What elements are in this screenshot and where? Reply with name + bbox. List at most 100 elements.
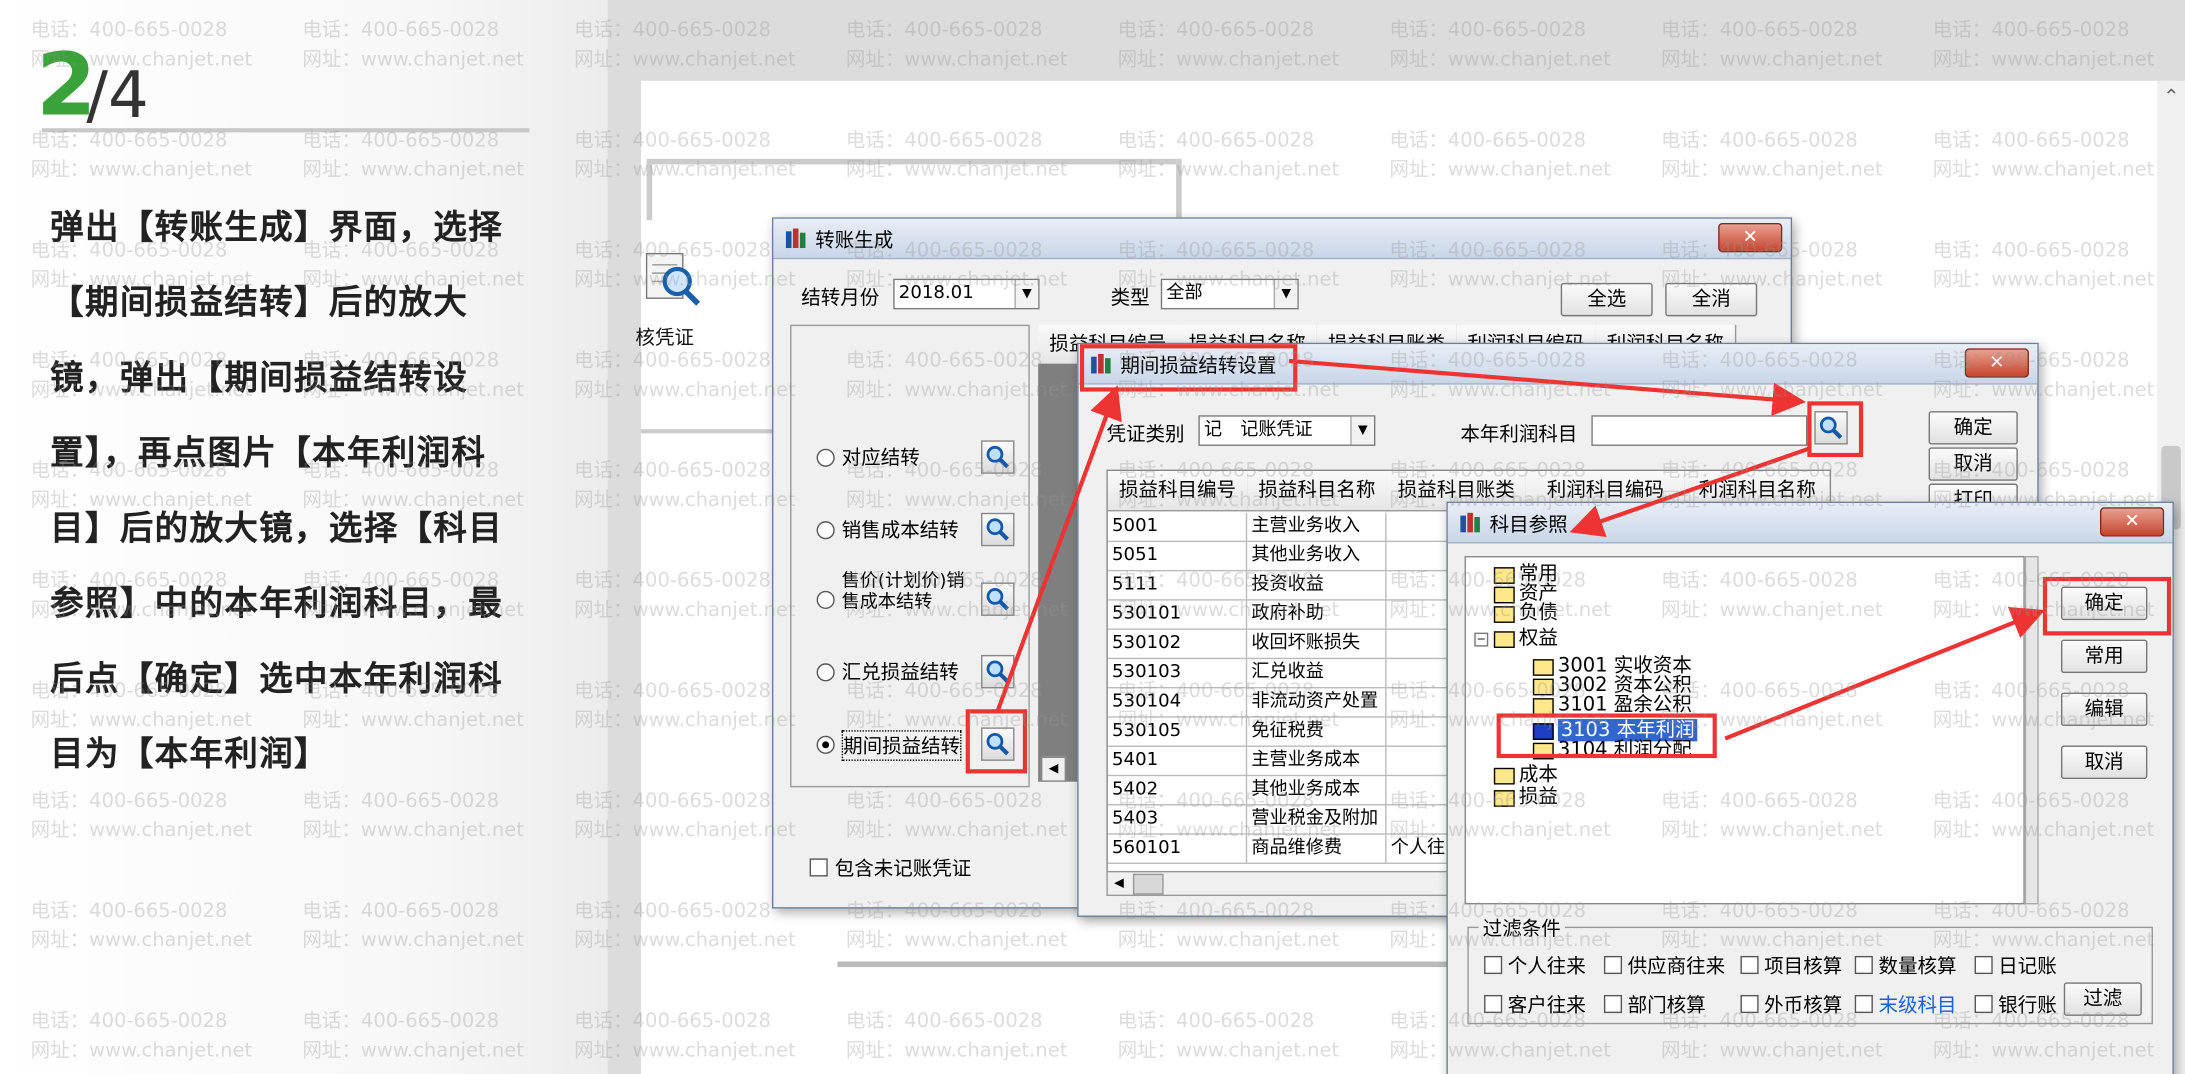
close-button[interactable]: ✕ [1718,222,1783,253]
filter-label: 项目核算 [1764,955,1843,979]
edit-button[interactable]: 编辑 [2060,692,2148,727]
cancel-button[interactable]: 取消 [1928,447,2018,481]
highlight-ok-button [2042,576,2172,636]
folder-icon [1493,631,1515,648]
table-cell: 560101 [1107,834,1248,864]
include-unposted-label: 包含未记账凭证 [834,858,972,881]
voucher-type-select[interactable]: 记 记账凭证 ▼ [1198,415,1376,446]
scrollbar-thumb[interactable] [1132,873,1164,895]
flow-line [837,961,1451,968]
flow-line [646,158,653,221]
filter-checkbox[interactable] [1484,955,1503,975]
filter-checkbox[interactable] [1484,994,1503,1014]
search-icon[interactable] [981,512,1015,547]
profit-account-input[interactable] [1591,415,1808,446]
filter-checkbox[interactable] [1603,955,1623,975]
table-cell: 免征税费 [1247,717,1387,747]
ok-button[interactable]: 确定 [1928,411,2018,445]
month-value: 2018.01 [898,282,974,304]
step-total: /4 [86,57,149,133]
collapse-icon[interactable]: − [1474,632,1489,647]
search-icon[interactable] [981,654,1015,689]
table-cell: 非流动资产处置 [1247,688,1387,718]
filter-label: 银行账 [1998,994,2057,1018]
column-header[interactable]: 损益科目名称 [1247,471,1388,512]
highlight-selected-account [1496,713,1717,759]
filter-button[interactable]: 过滤 [2063,982,2142,1016]
books-icon [1460,512,1480,533]
cancel-button[interactable]: 取消 [2060,745,2148,779]
magnifier-glyph [986,660,1009,683]
filter-checkbox[interactable] [1974,994,1993,1014]
table-cell: 营业税金及附加 [1247,805,1387,835]
deselect-all-button[interactable]: 全消 [1665,282,1758,317]
close-button[interactable]: ✕ [1964,348,2029,378]
filter-checkbox[interactable] [1740,994,1759,1014]
scroll-left-icon[interactable]: ◀ [1040,756,1067,782]
voucher-audit-icon[interactable] [641,248,702,309]
filter-checkbox[interactable] [1854,994,1873,1014]
filter-label: 日记账 [1998,955,2057,979]
chevron-down-icon[interactable]: ▼ [1273,280,1298,308]
magnifier-glyph [986,518,1009,541]
folder-icon [1532,678,1554,696]
chevron-down-icon[interactable]: ▼ [1014,280,1039,308]
type-select[interactable]: 全部 ▼ [1160,278,1299,310]
tree-category[interactable]: 损益 [1519,786,1558,808]
table-cell: 5402 [1107,776,1248,806]
option-sales-cost: 销售成本结转 [841,519,959,543]
voucher-audit-label: 核凭证 [635,327,694,350]
tree-category[interactable]: 负债 [1519,602,1558,624]
highlight-period-pl-search [965,709,1028,774]
search-icon[interactable] [981,582,1015,616]
tree-category[interactable]: 权益 [1519,627,1558,649]
filter-checkbox[interactable] [1854,955,1873,975]
table-cell: 政府补助 [1247,600,1387,630]
radio-period-pl[interactable] [816,735,835,754]
table-cell: 5111 [1107,571,1248,601]
scroll-left-icon[interactable]: ◀ [1108,872,1130,894]
profit-account-label: 本年利润科目 [1460,423,1578,446]
folder-icon [1532,698,1554,715]
select-all-button[interactable]: 全选 [1560,282,1653,317]
filter-title: 过滤条件 [1478,914,1565,943]
filter-checkbox[interactable] [1603,994,1623,1014]
folder-icon [1532,659,1554,676]
table-cell: 530102 [1107,629,1248,660]
table-cell: 主营业务成本 [1247,746,1387,777]
radio-correspondence[interactable] [816,448,835,467]
table-cell: 530104 [1107,688,1248,718]
scroll-up-icon[interactable]: ⌃ [2163,86,2179,108]
window-title: 转账生成 [815,229,894,253]
table-cell: 主营业务收入 [1247,512,1387,543]
voucher-type-value: 记 记账凭证 [1203,419,1313,441]
table-cell: 收回坏账损失 [1247,629,1387,660]
filter-label: 外币核算 [1764,994,1843,1018]
column-header[interactable]: 损益科目编号 [1107,471,1249,512]
radio-exchange[interactable] [816,663,835,682]
search-icon[interactable] [981,440,1015,474]
table-cell: 5051 [1107,542,1248,572]
highlight-settings-title [1079,344,1298,392]
titlebar[interactable]: 科目参照 ✕ [1447,503,2173,544]
include-unposted-checkbox[interactable] [809,858,828,877]
tree-scrollbar[interactable] [2024,556,2039,905]
common-button[interactable]: 常用 [2060,639,2148,674]
close-button[interactable]: ✕ [2100,507,2165,537]
filter-checkbox[interactable] [1974,955,1993,975]
filter-label: 部门核算 [1627,994,1706,1018]
radio-planned-price[interactable] [816,590,835,609]
flow-line [646,158,1177,165]
titlebar[interactable]: 转账生成 ✕ [773,218,1791,260]
option-exchange: 汇兑损益结转 [841,661,959,685]
radio-sales-cost[interactable] [816,521,835,540]
chevron-down-icon[interactable]: ▼ [1350,416,1374,445]
tutorial-slide: 2 /4 弹出【转账生成】界面，选择【期间损益结转】后的放大镜，弹出【期间损益结… [0,0,2185,1074]
month-select[interactable]: 2018.01 ▼ [893,278,1040,310]
books-icon [785,228,806,249]
tree-category[interactable]: 成本 [1519,764,1558,786]
instruction-panel: 2 /4 弹出【转账生成】界面，选择【期间损益结转】后的放大镜，弹出【期间损益结… [0,0,608,1074]
filter-checkbox[interactable] [1740,955,1759,975]
type-value: 全部 [1166,282,1203,304]
option-planned-price: 售价(计划价)销售成本结转 [841,571,965,614]
